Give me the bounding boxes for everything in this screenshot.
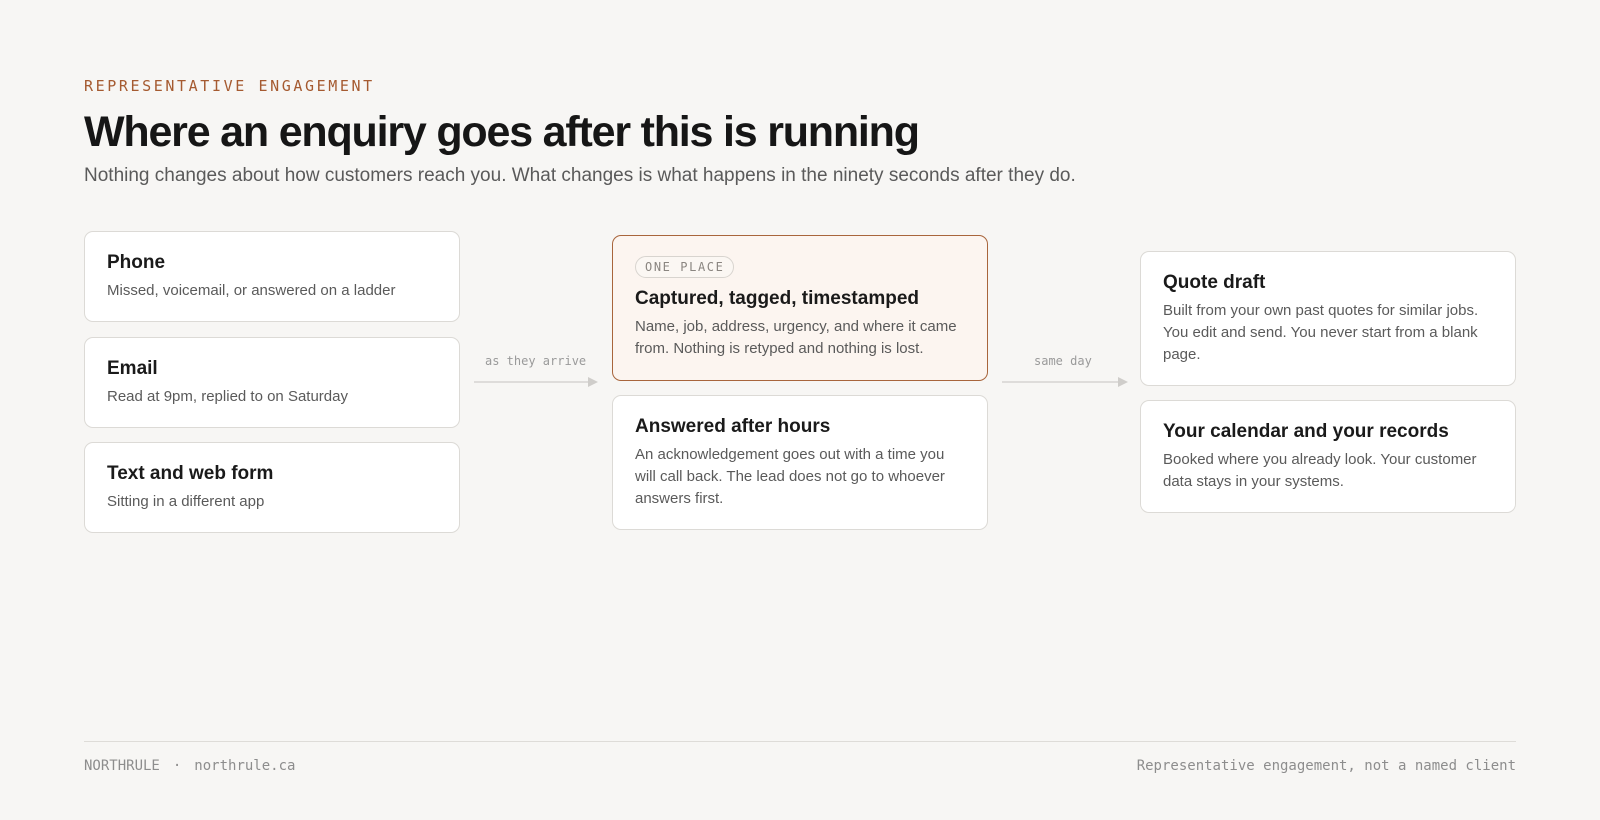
connector-label-as-they-arrive: as they arrive <box>485 354 587 368</box>
card-title: Quote draft <box>1163 272 1266 293</box>
card-title: Your calendar and your records <box>1163 421 1449 442</box>
card-description: Missed, voicemail, or answered on a ladd… <box>107 282 396 299</box>
footer-divider <box>84 741 1516 742</box>
card-title: Email <box>107 358 158 379</box>
page-subtitle: Nothing changes about how customers reac… <box>84 165 1076 186</box>
card-description: Built from your own past quotes for simi… <box>1163 302 1479 363</box>
footer-separator: · <box>172 758 182 774</box>
page-title: Where an enquiry goes after this is runn… <box>84 108 920 156</box>
source-card-email: Email Read at 9pm, replied to on Saturda… <box>84 337 460 428</box>
footer-brand: NORTHRULE · northrule.ca <box>84 758 295 774</box>
brand-name: NORTHRULE <box>84 758 160 774</box>
card-description: Read at 9pm, replied to on Saturday <box>107 388 348 405</box>
card-description: Sitting in a different app <box>107 493 265 510</box>
card-title: Captured, tagged, timestamped <box>635 288 919 309</box>
one-place-badge: ONE PLACE <box>635 256 735 278</box>
output-card-calendar-records: Your calendar and your records Booked wh… <box>1140 400 1516 513</box>
connector-label-same-day: same day <box>1034 354 1092 368</box>
brand-url: northrule.ca <box>194 758 296 774</box>
card-description: Booked where you already look. Your cust… <box>1163 451 1477 490</box>
footer-note: Representative engagement, not a named c… <box>1136 758 1516 774</box>
card-title: Answered after hours <box>635 416 831 437</box>
card-title: Phone <box>107 252 166 273</box>
arrow-right-icon <box>1002 377 1128 387</box>
card-description: Name, job, address, urgency, and where i… <box>635 318 957 357</box>
eyebrow: REPRESENTATIVE ENGAGEMENT <box>84 77 375 95</box>
arrow-right-icon <box>474 377 598 387</box>
after-hours-card: Answered after hours An acknowledgement … <box>612 395 988 530</box>
output-card-quote-draft: Quote draft Built from your own past quo… <box>1140 251 1516 386</box>
hub-card: ONE PLACE Captured, tagged, timestamped … <box>612 235 988 381</box>
card-title: Text and web form <box>107 463 274 484</box>
source-card-phone: Phone Missed, voicemail, or answered on … <box>84 231 460 322</box>
source-card-text-web-form: Text and web form Sitting in a different… <box>84 442 460 533</box>
card-description: An acknowledgement goes out with a time … <box>635 446 945 507</box>
